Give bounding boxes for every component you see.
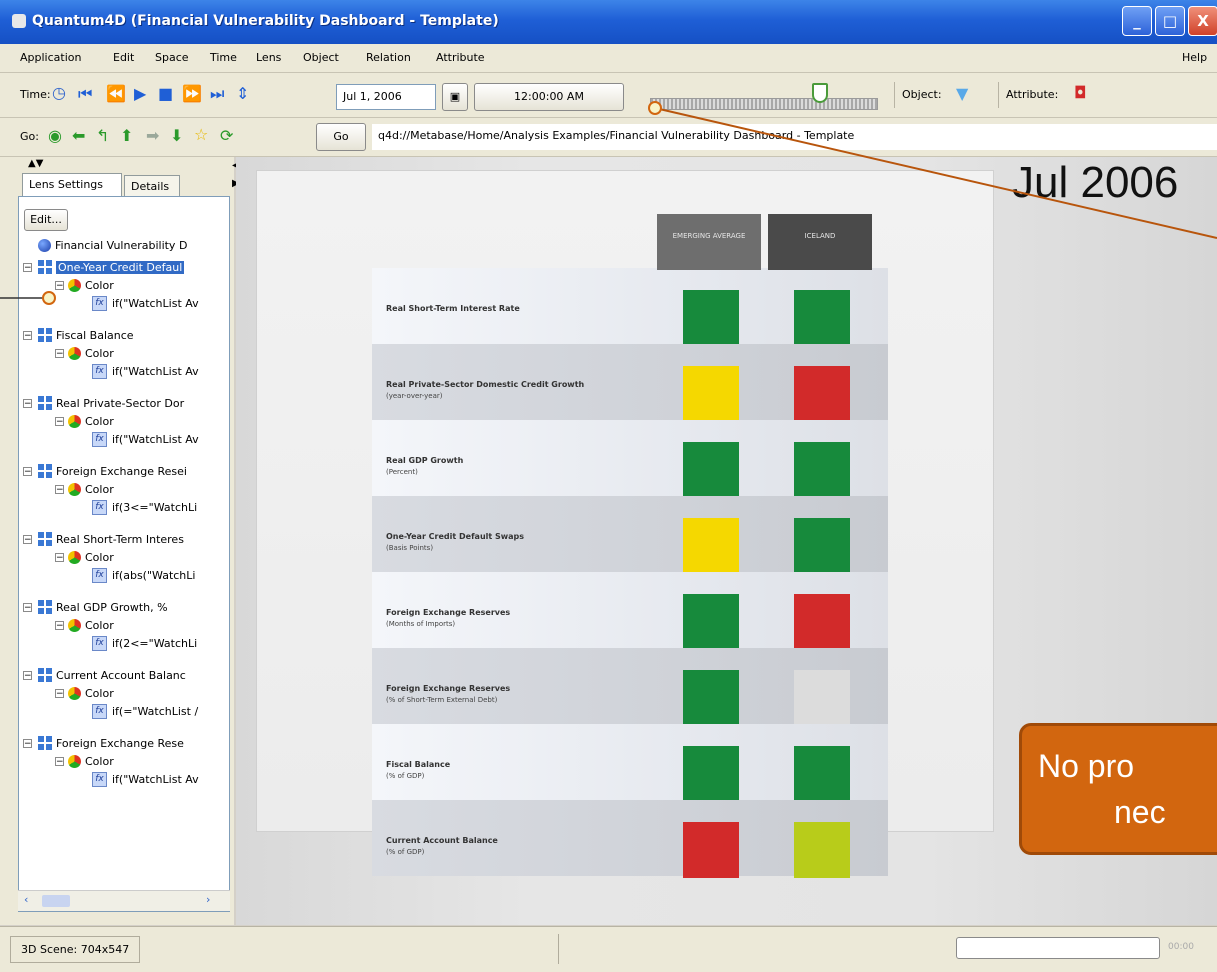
status-progress-bar [956,937,1160,959]
callout-box: No pro nec [1019,723,1217,855]
callout-line-1: No pro [1038,748,1135,784]
callout-marker-slider [648,101,662,115]
connector-line-slider [654,107,1217,239]
status-time: 00:00 [1168,942,1194,952]
status-separator [558,934,559,964]
callout-marker-tree [42,291,56,305]
callout-line-2: nec [1114,794,1166,830]
scene-size-status: 3D Scene: 704x547 [10,936,141,963]
